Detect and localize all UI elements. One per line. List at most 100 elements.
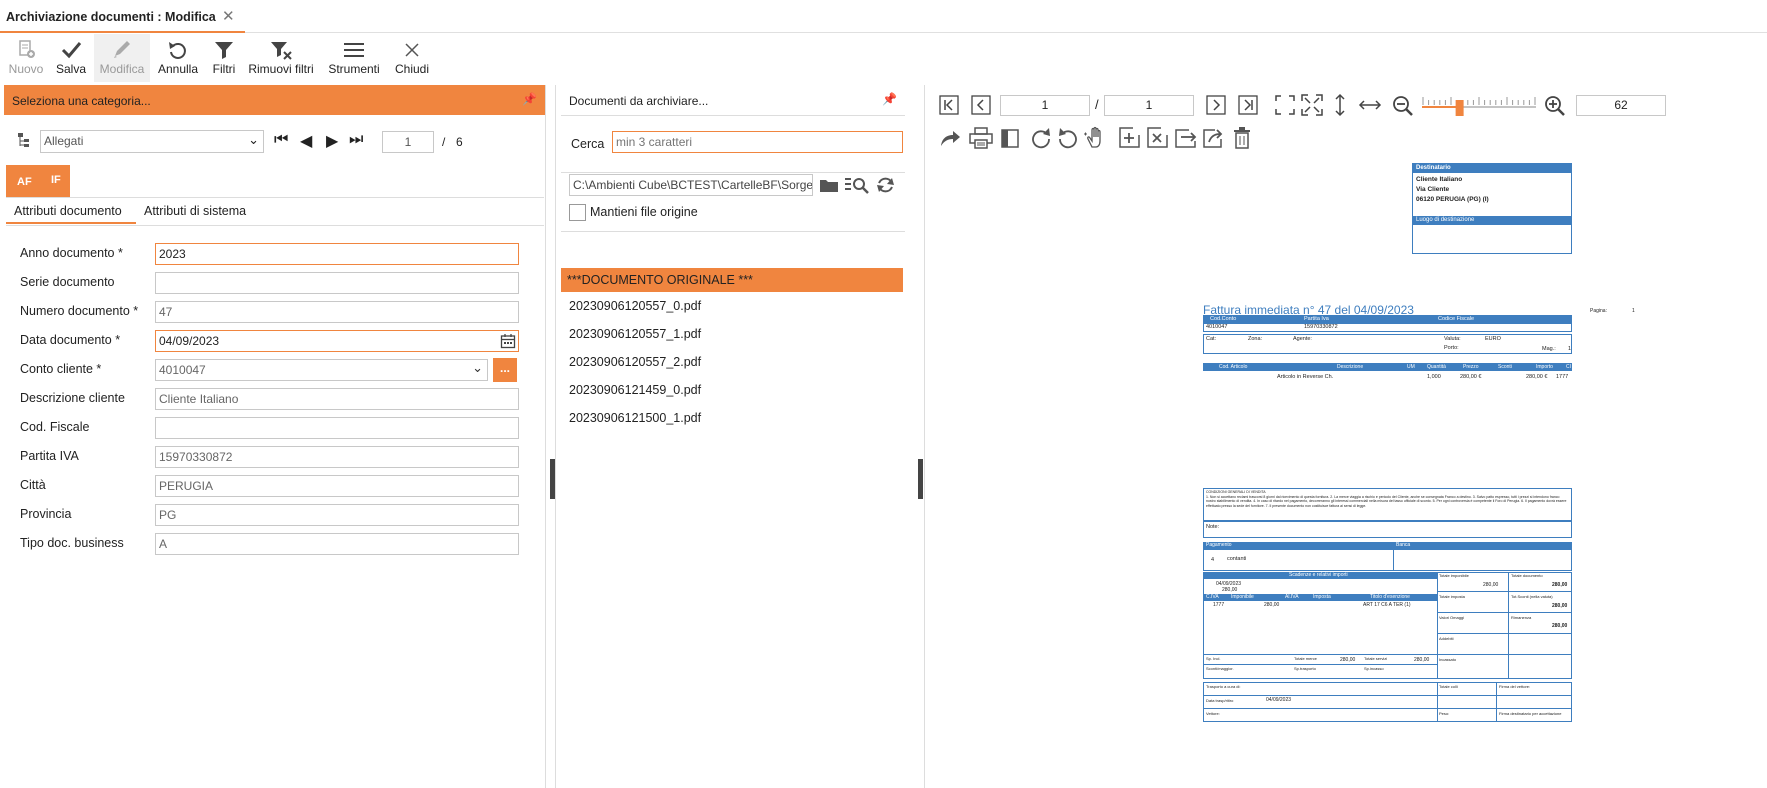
list-item[interactable]: ***DOCUMENTO ORIGINALE ***	[561, 268, 903, 292]
divider	[1437, 633, 1572, 634]
search-input[interactable]	[612, 131, 903, 153]
delete-icon[interactable]	[1233, 127, 1251, 149]
tree-icon[interactable]	[17, 132, 31, 148]
pan-hand-icon[interactable]	[1084, 126, 1108, 150]
zoom-out-icon[interactable]	[1392, 95, 1414, 117]
keep-origin-checkbox[interactable]	[569, 204, 586, 221]
fit-height-icon[interactable]	[1333, 93, 1347, 117]
fiscal-code-field[interactable]	[155, 417, 519, 439]
tools-button[interactable]: Strumenti	[326, 34, 382, 82]
business-type-field[interactable]: A	[155, 533, 519, 555]
next-record-icon[interactable]: ▶	[326, 131, 338, 151]
pin-icon[interactable]: 📌	[522, 92, 537, 106]
fullscreen-icon[interactable]	[1301, 94, 1323, 116]
date-field[interactable]: 04/09/2023	[155, 330, 519, 352]
list-item[interactable]: 20230906120557_0.pdf	[561, 292, 903, 320]
zoom-in-icon[interactable]	[1544, 95, 1566, 117]
rotate-counterclockwise-icon[interactable]	[1057, 127, 1079, 149]
field-label: Anno documento *	[20, 246, 123, 260]
item-amount: 280,00 €	[1526, 374, 1548, 380]
filters-button[interactable]: Filtri	[206, 34, 242, 82]
customer-lookup-button[interactable]: ...	[493, 358, 517, 382]
list-item[interactable]: 20230906120557_2.pdf	[561, 348, 903, 376]
pdf-page-area[interactable]: Destinatario Cliente Italiano Via Client…	[930, 157, 1767, 788]
keep-origin-label: Mantieni file origine	[590, 205, 698, 219]
zoom-slider[interactable]	[1422, 94, 1536, 118]
number-field[interactable]: 47	[155, 301, 519, 323]
tools-label: Strumenti	[328, 62, 380, 76]
fit-page-icon[interactable]	[1275, 95, 1295, 115]
close-button[interactable]: Chiudi	[390, 34, 434, 82]
list-item[interactable]: 20230906120557_1.pdf	[561, 320, 903, 348]
vat-code: 1777	[1213, 602, 1225, 608]
taxable-total-value: 280,00	[1483, 582, 1499, 588]
destination-place-title: Luogo di destinazione	[1413, 216, 1571, 225]
province-field[interactable]: PG	[155, 504, 519, 526]
badge-if[interactable]: IF	[51, 174, 61, 186]
cancel-button[interactable]: Annulla	[154, 34, 202, 82]
zoom-slider-track	[1422, 97, 1536, 116]
tab-document-attributes[interactable]: Attributi documento	[6, 198, 136, 224]
remove-filters-button[interactable]: Rimuovi filtri	[246, 34, 316, 82]
edit-button[interactable]: Modifica	[94, 34, 150, 82]
rotate-clockwise-icon[interactable]	[1030, 127, 1052, 149]
zoom-thumb[interactable]	[1455, 100, 1464, 116]
last-record-icon[interactable]: ⏭	[349, 131, 363, 149]
collection-expenses-label: Sp.incasso	[1364, 666, 1384, 671]
add-page-icon[interactable]	[1119, 127, 1141, 149]
new-button[interactable]: Nuovo	[4, 34, 48, 82]
page-view-icon[interactable]	[1001, 127, 1019, 149]
customer-description-field[interactable]: Cliente Italiano	[155, 388, 519, 410]
next-page-icon[interactable]	[1206, 95, 1226, 115]
print-icon[interactable]	[969, 127, 993, 149]
new-document-icon	[19, 40, 35, 58]
pencil-icon	[114, 41, 130, 58]
due-dates-title: Scadenze e relativi importi	[1289, 572, 1348, 578]
fit-width-icon[interactable]	[1358, 98, 1382, 112]
save-button[interactable]: Salva	[50, 34, 92, 82]
tab-system-attributes[interactable]: Attributi di sistema	[140, 198, 270, 224]
tab-title: Archiviazione documenti : Modifica	[6, 10, 216, 24]
refresh-icon[interactable]	[876, 176, 896, 194]
field-label: Conto cliente *	[20, 362, 102, 376]
documents-panel-header: Documenti da archiviare... 📌	[561, 85, 905, 115]
transport-date-label: Data trasp/ritiro	[1206, 698, 1234, 703]
folder-icon[interactable]	[819, 177, 839, 193]
tab-document-attributes-label: Attributi documento	[14, 204, 122, 218]
splitter-handle[interactable]	[918, 459, 923, 499]
first-page-icon[interactable]	[939, 95, 959, 115]
year-field[interactable]: 2023	[155, 243, 519, 265]
pin-icon[interactable]: 📌	[882, 92, 897, 106]
folder-path-field[interactable]: C:\Ambienti Cube\BCTEST\CartelleBF\Sorge	[569, 174, 813, 196]
list-item[interactable]: 20230906121459_0.pdf	[561, 376, 903, 404]
prev-record-icon[interactable]: ◀	[300, 131, 312, 151]
remove-page-icon[interactable]	[1147, 127, 1169, 149]
extract-page-icon[interactable]	[1203, 127, 1227, 149]
divider	[1437, 612, 1572, 613]
calendar-icon[interactable]	[500, 333, 516, 349]
divider	[561, 172, 905, 173]
badge-af[interactable]: AF	[17, 176, 32, 188]
series-field[interactable]	[155, 272, 519, 294]
list-item[interactable]: 20230906121500_1.pdf	[561, 404, 903, 432]
zoom-input[interactable]: 62	[1576, 95, 1666, 116]
documents-panel-title: Documenti da archiviare...	[569, 94, 709, 108]
prev-page-icon[interactable]	[971, 95, 991, 115]
share-icon[interactable]	[939, 128, 961, 148]
first-record-icon[interactable]: ⏮	[274, 131, 288, 149]
page-number-input[interactable]: 1	[1000, 95, 1090, 116]
customer-account-select[interactable]: 4010047 ⌄	[155, 359, 488, 381]
search-files-icon[interactable]	[844, 175, 870, 195]
field-label: Tipo doc. business	[20, 536, 124, 550]
record-number-input[interactable]: 1	[382, 131, 434, 153]
move-page-right-icon[interactable]	[1175, 127, 1199, 149]
city-field[interactable]: PERUGIA	[155, 475, 519, 497]
vat-number-field[interactable]: 15970330872	[155, 446, 519, 468]
recipient-signature-label: Firma destinatario per accettazione	[1499, 711, 1562, 716]
document-tab[interactable]: Archiviazione documenti : Modifica ✕	[0, 6, 245, 33]
last-page-icon[interactable]	[1238, 95, 1258, 115]
close-tab-icon[interactable]: ✕	[222, 7, 235, 25]
list-item-label: 20230906121459_0.pdf	[569, 383, 702, 397]
category-select[interactable]: Allegati ⌄	[40, 130, 264, 153]
account-row	[1203, 323, 1572, 332]
